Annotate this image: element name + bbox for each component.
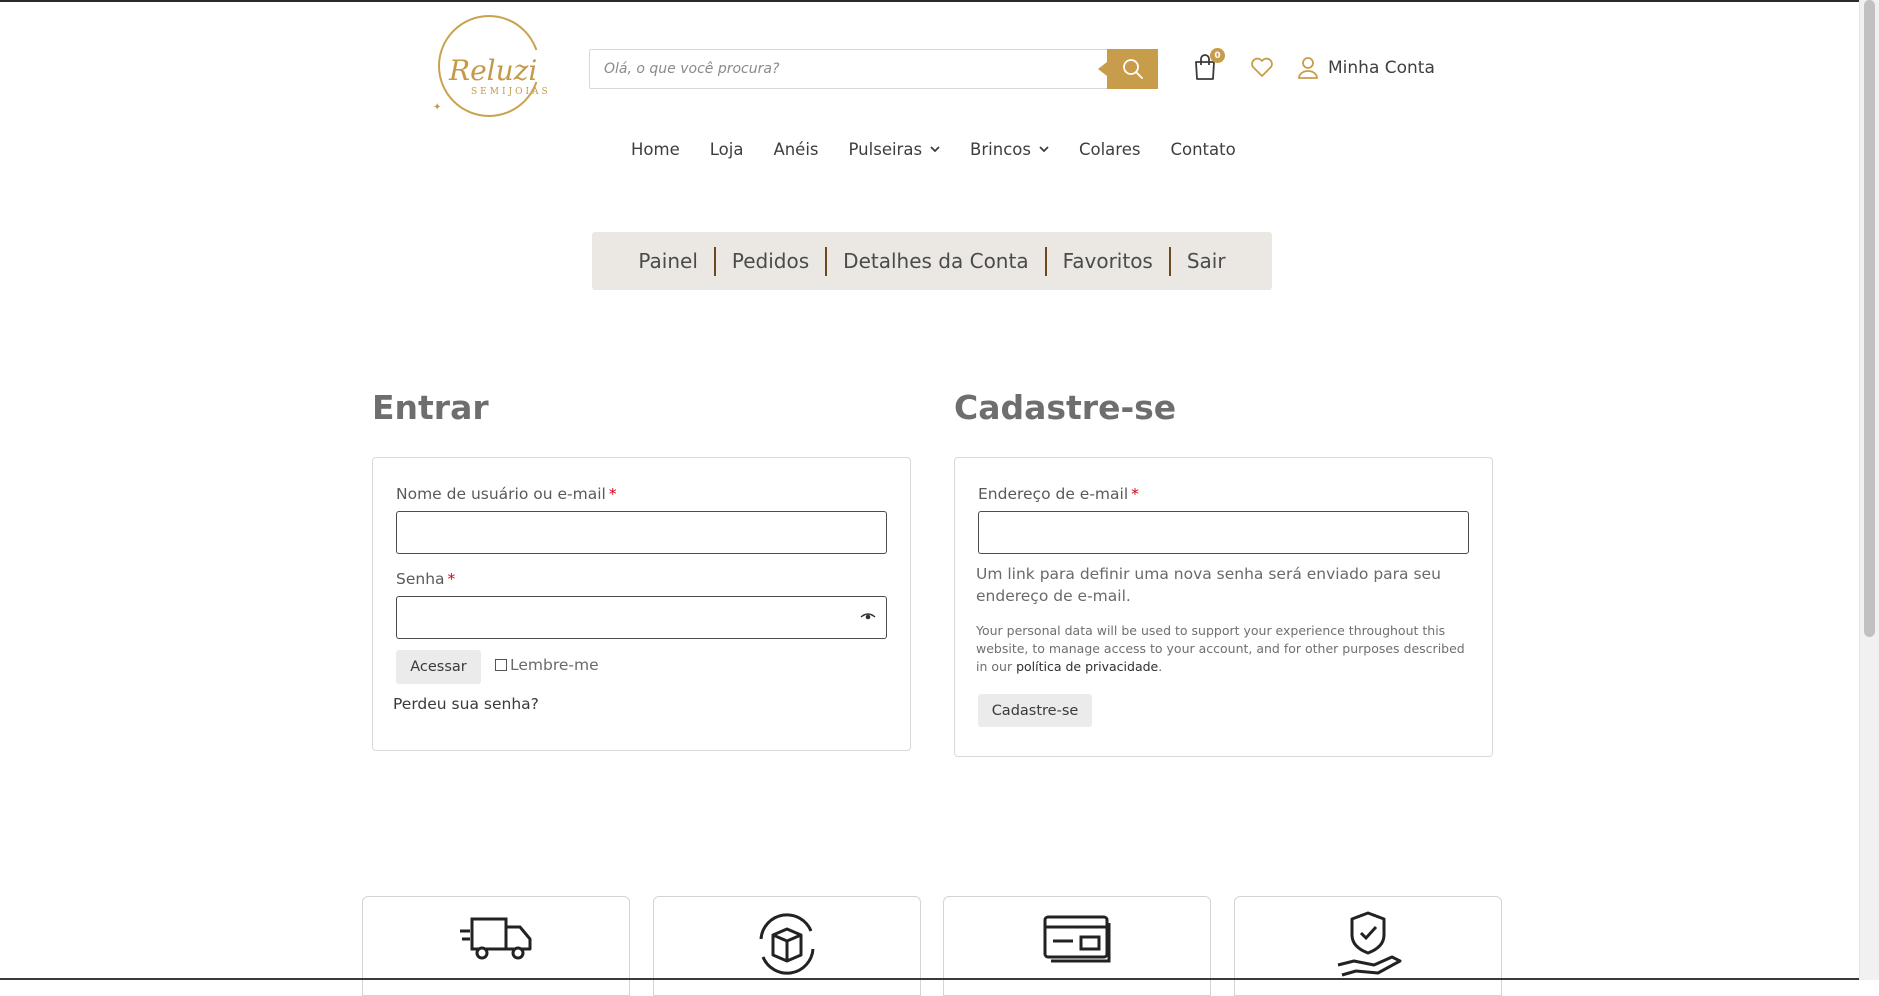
privacy-policy-link[interactable]: política de privacidade (1016, 659, 1158, 674)
svg-text:✦: ✦ (433, 102, 441, 113)
password-label: Senha * (396, 570, 456, 588)
my-account-label: Minha Conta (1328, 58, 1435, 78)
account-tabs: Painel Pedidos Detalhes da Conta Favorit… (592, 232, 1272, 290)
credit-card-icon (1043, 915, 1111, 963)
search-button[interactable] (1098, 49, 1158, 89)
login-submit-button[interactable]: Acessar (396, 650, 481, 684)
password-field-wrapper (396, 596, 887, 639)
tab-pedidos[interactable]: Pedidos (716, 249, 825, 273)
required-mark: * (447, 570, 456, 588)
required-mark: * (608, 485, 617, 503)
feature-card-payment (943, 896, 1211, 996)
register-title: Cadastre-se (954, 388, 1177, 427)
nav-item-brincos[interactable]: Brincos (970, 140, 1049, 159)
remember-me-checkbox[interactable]: Lembre-me (495, 656, 599, 674)
feature-card-returns (653, 896, 921, 996)
email-label: Endereço de e-mail * (978, 485, 1139, 503)
checkbox-box[interactable] (495, 659, 507, 671)
tab-favoritos[interactable]: Favoritos (1047, 249, 1169, 273)
return-box-icon (759, 913, 815, 975)
nav-item-aneis[interactable]: Anéis (773, 140, 818, 159)
email-field[interactable] (979, 512, 1468, 553)
tab-sair[interactable]: Sair (1171, 249, 1242, 273)
secure-shield-hand-icon (1337, 911, 1402, 977)
chevron-down-icon (1039, 146, 1049, 152)
password-field[interactable] (397, 597, 886, 638)
wishlist-button[interactable] (1250, 56, 1276, 80)
logo-script-text: Reluzi (448, 54, 537, 87)
nav-item-home[interactable]: Home (631, 140, 680, 159)
nav-item-contato[interactable]: Contato (1170, 140, 1235, 159)
feature-card-delivery (362, 896, 630, 996)
scrollbar-thumb[interactable] (1864, 0, 1875, 637)
username-label: Nome de usuário ou e-mail * (396, 485, 617, 503)
page-scrollbar[interactable] (1859, 0, 1879, 980)
login-title: Entrar (372, 388, 489, 427)
search-input[interactable] (590, 50, 1105, 88)
cart-count-badge: 0 (1210, 48, 1225, 63)
nav-item-colares[interactable]: Colares (1079, 140, 1140, 159)
my-account-link[interactable]: Minha Conta (1298, 54, 1435, 82)
password-link-info: Um link para definir uma nova senha será… (976, 565, 1441, 605)
svg-text:SEMIJOIAS: SEMIJOIAS (471, 87, 551, 97)
cart-button[interactable]: 0 (1193, 48, 1225, 84)
top-border (0, 0, 1879, 2)
privacy-notice: Your personal data will be used to suppo… (976, 623, 1465, 674)
delivery-truck-icon (460, 917, 532, 960)
brand-logo[interactable]: Reluzi SEMIJOIAS ✦ (427, 10, 557, 122)
search-bar (589, 49, 1158, 89)
feature-card-security (1234, 896, 1502, 996)
search-icon (1122, 59, 1143, 79)
nav-item-pulseiras[interactable]: Pulseiras (849, 140, 941, 159)
username-field[interactable] (397, 512, 886, 553)
register-submit-button[interactable]: Cadastre-se (978, 694, 1092, 727)
lost-password-link[interactable]: Perdeu sua senha? (393, 695, 539, 713)
tab-painel[interactable]: Painel (622, 249, 714, 273)
nav-item-loja[interactable]: Loja (710, 140, 744, 159)
main-nav: Home Loja Anéis Pulseiras Brincos Colare… (631, 136, 1266, 162)
show-password-eye-icon[interactable] (860, 611, 876, 623)
required-mark: * (1131, 485, 1139, 503)
chevron-down-icon (930, 146, 940, 152)
username-field-wrapper (396, 511, 887, 554)
email-field-wrapper (978, 511, 1469, 554)
user-icon (1298, 57, 1318, 79)
tab-detalhes-da-conta[interactable]: Detalhes da Conta (827, 249, 1044, 273)
heart-icon (1251, 57, 1273, 77)
